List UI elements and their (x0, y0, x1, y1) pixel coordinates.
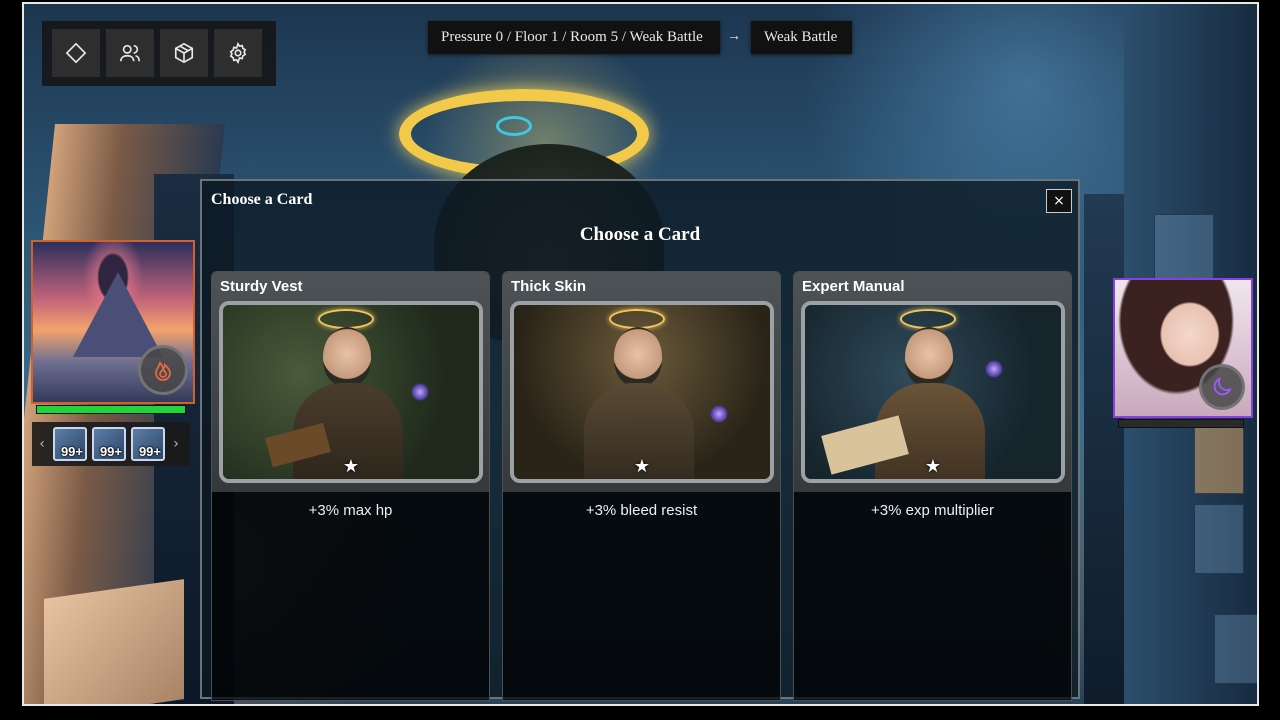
breadcrumb-arrow: → (727, 29, 741, 44)
top-toolbar (42, 21, 276, 86)
foe-portrait[interactable] (1113, 278, 1253, 418)
diamond-icon (65, 42, 87, 64)
box-icon (174, 42, 194, 64)
star-icon: ★ (342, 456, 360, 477)
portrait-mountain (73, 272, 163, 357)
inventory-button[interactable] (160, 29, 208, 77)
background-halo-inner (496, 116, 532, 136)
card-name: Thick Skin (511, 278, 587, 295)
card-art: ★ (801, 301, 1065, 483)
star-icon: ★ (924, 456, 942, 477)
flame-icon (155, 361, 171, 381)
element-badge (138, 345, 188, 395)
close-button[interactable]: × (1046, 189, 1072, 213)
item-count: 99+ (138, 444, 161, 459)
gear-icon (229, 42, 247, 64)
settings-button[interactable] (214, 29, 262, 77)
modal-heading: Choose a Card (579, 224, 701, 245)
choose-card-modal: Choose a Card × Choose a Card Sturdy Ves… (200, 179, 1080, 701)
card-description: +3% exp multiplier (871, 502, 994, 519)
card-art: ★ (219, 301, 483, 483)
card-option[interactable]: Expert Manual ★ +3% exp multiplier (793, 271, 1072, 701)
card-option[interactable]: Sturdy Vest ★ +3% max hp (211, 271, 490, 701)
item-strip: ‹ 99+ 99+ 99+ › (32, 422, 190, 466)
party-member-hp-bar (36, 405, 186, 414)
item-count: 99+ (60, 444, 83, 459)
item-count: 99+ (99, 444, 122, 459)
next-room-label[interactable]: Weak Battle (751, 21, 852, 54)
star-icon: ★ (633, 456, 651, 477)
card-art: ★ (510, 301, 774, 483)
card-description: +3% bleed resist (585, 502, 698, 519)
element-badge (1199, 364, 1245, 410)
background-crate (44, 579, 184, 704)
item-slot[interactable]: 99+ (92, 427, 126, 461)
card-name: Expert Manual (802, 278, 905, 295)
moon-icon (1213, 377, 1232, 396)
card-description: +3% max hp (308, 502, 393, 519)
item-slot[interactable]: 99+ (53, 427, 87, 461)
card-name: Sturdy Vest (220, 278, 303, 295)
diamond-button[interactable] (52, 29, 100, 77)
hp-bar-fill (37, 406, 185, 413)
location-breadcrumb: Pressure 0 / Floor 1 / Room 5 / Weak Bat… (428, 21, 720, 54)
foe-hp-bar (1118, 419, 1244, 428)
item-slot[interactable]: 99+ (131, 427, 165, 461)
item-strip-next-button[interactable]: › (170, 436, 182, 452)
modal-title: Choose a Card (211, 191, 313, 208)
party-button[interactable] (106, 29, 154, 77)
users-icon (120, 44, 140, 62)
card-option[interactable]: Thick Skin ★ +3% bleed resist (502, 271, 781, 701)
item-strip-prev-button[interactable]: ‹ (36, 436, 48, 452)
party-member-portrait[interactable] (31, 240, 195, 404)
